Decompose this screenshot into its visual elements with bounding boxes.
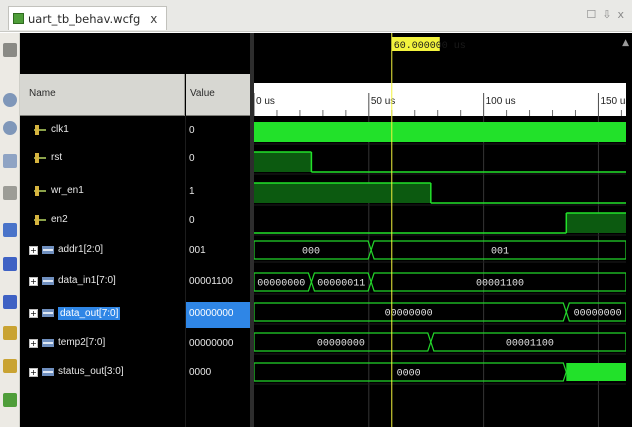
signal-value: 0 xyxy=(189,153,195,164)
bus-value-label: 000 xyxy=(302,247,320,258)
cursor-time-label: 60.000000 us xyxy=(394,41,466,52)
tab-title: uart_tb_behav.wcfg xyxy=(28,11,141,26)
value-column-header[interactable]: Value xyxy=(186,74,250,116)
expand-icon[interactable]: + xyxy=(29,277,38,286)
bus-signal-icon xyxy=(42,309,54,317)
signal-name: temp2[7:0] xyxy=(58,337,106,348)
expand-icon[interactable]: + xyxy=(29,339,38,348)
editor-tab-bar: uart_tb_behav.wcfg x ☐ ⇩ x xyxy=(0,0,632,32)
signal-value: 00000000 xyxy=(189,338,234,349)
expand-icon[interactable]: + xyxy=(29,368,38,377)
waveforms: 000 00100000000 00000011 0000110000000000 00… xyxy=(254,122,626,382)
bus-value-label: 00000000 xyxy=(574,309,622,320)
high-level-segment xyxy=(566,213,626,233)
bit-signal-icon xyxy=(34,186,46,196)
signal-name: wr_en1 xyxy=(51,185,84,196)
bus-value-label: 00000000 xyxy=(317,339,365,350)
ruler-tick-label: 100 us xyxy=(486,96,516,107)
name-column-header[interactable]: Name xyxy=(20,74,185,116)
signal-value: 00001100 xyxy=(189,276,233,287)
bus-value-label: 00000000 xyxy=(257,279,305,290)
signal-name: addr1[2:0] xyxy=(58,244,104,255)
signal-row-status-out[interactable]: + status_out[3:0] 0000 xyxy=(20,361,250,387)
add-marker-icon[interactable] xyxy=(3,326,17,340)
signal-row-data-out[interactable]: + data_out[7:0] 00000000 xyxy=(20,302,250,328)
signal-name: rst xyxy=(51,152,63,163)
scroll-up-icon[interactable]: ▲ xyxy=(622,38,629,48)
bus-value-label: 00000011 xyxy=(317,279,365,290)
value-header-label: Value xyxy=(190,88,215,99)
signal-value: 1 xyxy=(189,186,195,197)
bit-signal-icon xyxy=(34,125,46,135)
bus-value-label: 00001100 xyxy=(506,339,554,350)
signal-row-data-in1[interactable]: + data_in1[7:0] 00001100 xyxy=(20,270,250,296)
zoom-out-icon[interactable] xyxy=(3,121,17,135)
bus-value-label: 001 xyxy=(491,247,509,258)
window-controls: ☐ ⇩ x xyxy=(586,8,624,21)
zoom-fit-icon[interactable] xyxy=(3,154,17,168)
next-transition-icon[interactable] xyxy=(3,295,17,309)
tab-uart-tb-behav[interactable]: uart_tb_behav.wcfg x xyxy=(8,6,168,30)
signal-value: 0 xyxy=(189,215,195,226)
expand-icon[interactable]: + xyxy=(29,309,38,318)
bus-signal-icon xyxy=(42,277,54,285)
signal-value: 001 xyxy=(189,245,206,256)
signal-name: data_in1[7:0] xyxy=(58,275,116,286)
signal-value: 00000000 xyxy=(186,302,250,328)
signal-row-rst[interactable]: rst 0 xyxy=(20,147,250,173)
high-level-segment xyxy=(254,183,431,203)
close-view-icon[interactable]: x xyxy=(617,8,624,21)
signal-row-clk1[interactable]: clk1 0 xyxy=(20,119,250,145)
bus-signal-icon xyxy=(42,368,54,376)
signal-value: 0 xyxy=(189,125,195,136)
previous-transition-icon[interactable] xyxy=(3,257,17,271)
go-to-cursor-icon[interactable] xyxy=(3,186,17,200)
ruler-tick-label: 0 us xyxy=(256,96,275,107)
signal-name: status_out[3:0] xyxy=(58,366,124,377)
float-icon[interactable]: ⇩ xyxy=(602,8,611,21)
bus-signal-icon xyxy=(42,246,54,254)
name-header-label: Name xyxy=(29,88,56,99)
restore-icon[interactable]: ☐ xyxy=(586,8,596,21)
tab-close-icon[interactable]: x xyxy=(150,12,157,26)
swap-cursors-icon[interactable] xyxy=(3,359,17,373)
bus-value-label: 0000 xyxy=(397,369,421,380)
save-icon[interactable] xyxy=(3,43,17,57)
signal-row-addr1[interactable]: + addr1[2:0] 001 xyxy=(20,239,250,265)
snap-to-transition-icon[interactable] xyxy=(3,393,17,407)
waveform-canvas[interactable]: 0 us50 us100 us150 us 000001000000000000… xyxy=(254,33,626,427)
signal-row-wr-en1[interactable]: wr_en1 1 xyxy=(20,180,250,206)
bus-signal-icon xyxy=(42,339,54,347)
expand-icon[interactable]: + xyxy=(29,246,38,255)
waveform-toolbar xyxy=(0,33,20,427)
high-level-segment xyxy=(254,152,312,172)
signal-name: clk1 xyxy=(51,124,69,135)
bus-filled-segment xyxy=(566,363,626,381)
zoom-in-icon[interactable] xyxy=(3,93,17,107)
clock-wave xyxy=(254,122,626,142)
ruler-tick-label: 150 us xyxy=(600,96,626,107)
time-ruler[interactable] xyxy=(254,83,626,116)
signal-row-temp2[interactable]: + temp2[7:0] 00000000 xyxy=(20,332,250,358)
signal-row-en2[interactable]: en2 0 xyxy=(20,209,250,235)
go-to-time-icon[interactable] xyxy=(3,223,17,237)
waveform-config-icon xyxy=(13,13,24,24)
signal-name: data_out[7:0] xyxy=(58,307,121,320)
bus-value-label: 00001100 xyxy=(476,279,524,290)
signal-value: 0000 xyxy=(189,367,212,378)
signal-name: en2 xyxy=(51,214,68,225)
bit-signal-icon xyxy=(34,215,46,225)
bit-signal-icon xyxy=(34,153,46,163)
